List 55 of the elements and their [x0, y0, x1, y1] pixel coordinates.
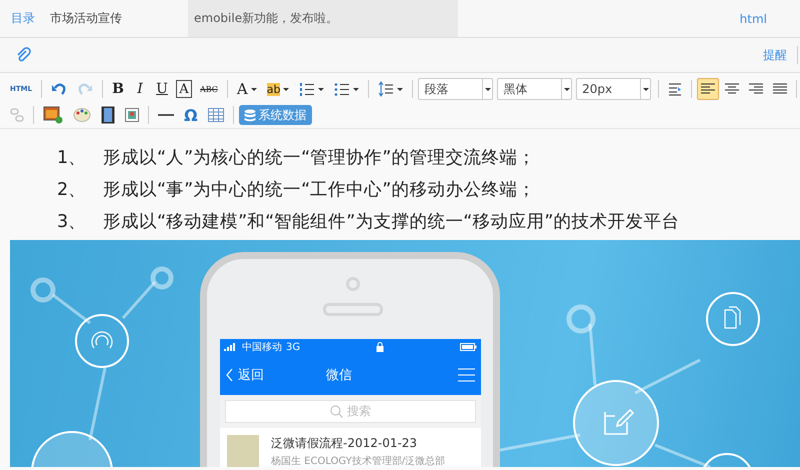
align-icon — [701, 83, 716, 95]
paperclip-icon[interactable] — [15, 47, 31, 63]
lock-icon — [376, 342, 384, 352]
database-icon — [244, 108, 256, 122]
film-icon — [101, 106, 115, 124]
document-title: 市场活动宣传 — [50, 10, 122, 27]
palette-icon — [73, 107, 91, 123]
align-icon — [749, 83, 763, 95]
menu-icon[interactable] — [458, 368, 475, 382]
dropdown-select[interactable]: 黑体 — [497, 78, 572, 100]
redo-icon — [77, 82, 93, 96]
underline-button[interactable]: U — [152, 78, 172, 100]
table-icon — [208, 108, 224, 122]
unlink-icon — [10, 108, 24, 122]
list-number: 3、 — [57, 211, 88, 233]
signal-icon — [224, 343, 238, 351]
list-number: 1、 — [57, 147, 88, 169]
carrier-label: 中国移动 — [242, 340, 282, 354]
item-title: 泛微请假流程-2012-01-23 — [271, 435, 418, 452]
screen-title: 微信 — [326, 367, 353, 384]
bold-button[interactable]: B — [108, 78, 128, 100]
font-color-button[interactable]: A — [232, 78, 261, 100]
bullet-list-icon — [334, 82, 350, 96]
speaker-icon — [323, 303, 383, 316]
network-label: 3G — [286, 342, 300, 352]
undo-icon — [51, 82, 68, 96]
back-link[interactable]: 返回 — [226, 366, 326, 384]
list-text: 形成以“事”为中心的统一“工作中心”的移动办公终端； — [103, 179, 536, 201]
strike-button[interactable]: ABC — [196, 78, 222, 100]
italic-button[interactable]: I — [130, 78, 150, 100]
list-text: 形成以“人”为核心的统一“管理协作”的管理交流终端； — [103, 147, 536, 169]
photo-placeholder — [227, 435, 259, 467]
horizontal-line-icon — [158, 113, 174, 117]
title-field[interactable]: emobile新功能，发布啦。 — [188, 0, 458, 37]
picture-icon — [43, 106, 63, 124]
numbered-list-icon — [299, 82, 316, 96]
message-item[interactable]: 泛微请假流程-2012-01-23 杨国生 ECOLOGY技术管理部/泛微总部 — [220, 428, 481, 467]
item-subtitle: 杨国生 ECOLOGY技术管理部/泛微总部 — [271, 454, 446, 467]
special-character-button[interactable]: Ω — [180, 104, 202, 126]
image-icon — [125, 108, 139, 122]
align-icon — [773, 83, 787, 95]
list-number: 2、 — [57, 179, 88, 201]
camera-icon — [346, 277, 360, 291]
list-text: 形成以“移动建模”和“智能组件”为支撑的统一“移动应用”的技术开发平台 — [103, 211, 680, 233]
dropdown-select[interactable]: 段落 — [418, 78, 494, 100]
battery-icon — [460, 343, 477, 351]
search-icon — [330, 405, 343, 418]
chevron-left-icon — [226, 369, 233, 381]
boxed-button[interactable]: A — [174, 78, 194, 100]
indent-icon — [668, 82, 682, 96]
dropdown-select[interactable]: 20px — [576, 78, 652, 100]
highlight-button[interactable]: ab — [262, 78, 294, 100]
align-icon — [725, 83, 740, 95]
align-button[interactable] — [697, 78, 720, 100]
line-spacing-icon — [378, 81, 394, 97]
